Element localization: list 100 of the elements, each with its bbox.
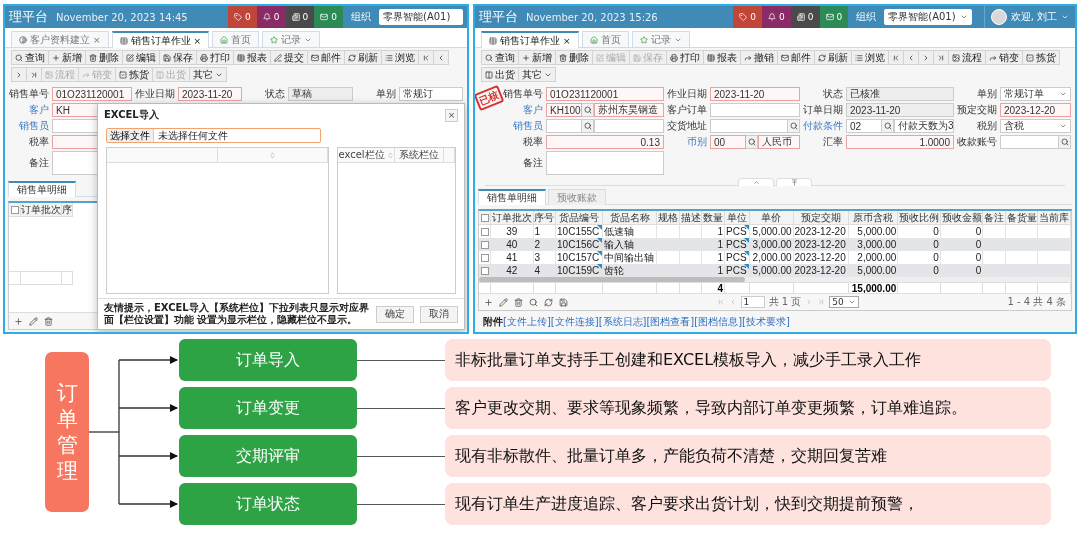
input-field[interactable]: 01O231120001 [52,87,132,101]
column-header[interactable]: 备注 [983,211,1006,225]
toolbar-button[interactable]: 邮件 [307,50,345,65]
column-header[interactable]: 货品编号 [556,211,603,225]
input-field[interactable] [594,119,664,133]
toolbar-button[interactable]: 拣货 [115,67,153,82]
column-header[interactable]: 描述 [679,211,703,225]
toolbar-button[interactable]: 销变 [985,50,1023,65]
pin-button[interactable] [776,178,812,186]
toolbar-button[interactable]: 流程 [948,50,986,65]
input-field[interactable]: 0.13 [546,135,664,149]
search-button[interactable] [582,103,594,117]
checkbox[interactable] [480,241,489,250]
notification-badge[interactable]: 0 [790,6,820,28]
toolbar-button[interactable]: 浏览 [381,50,419,65]
input-field[interactable] [546,151,664,175]
column-header[interactable]: 预定交期 [793,211,850,225]
nav-button[interactable] [903,50,919,65]
search-button[interactable] [1059,135,1071,149]
input-field[interactable]: 00 [710,135,746,149]
notification-badge[interactable]: 0 [762,6,791,28]
toolbar-button[interactable]: 刷新 [344,50,382,65]
column-header[interactable]: 货品名称 [602,211,658,225]
column-header[interactable]: 预收比例 [898,211,941,225]
user-menu[interactable]: 欢迎, 刘工 [1010,10,1057,24]
search-button[interactable] [746,135,758,149]
dialog-button[interactable]: 确定 [376,305,414,323]
field-link[interactable]: 付款条件 [803,119,843,133]
detail-tab[interactable]: 销售单明细 [478,189,546,205]
toolbar-button[interactable]: 拣货 [1022,50,1060,65]
horizontal-scrollbar[interactable] [479,277,1071,282]
nav-button[interactable] [933,50,949,65]
input-field[interactable]: 含税 [1000,119,1071,133]
input-field[interactable]: 草稿 [288,87,353,101]
input-field[interactable]: 2023-12-20 [1000,103,1071,117]
input-field[interactable]: 常规订 [398,87,463,101]
page-tab[interactable]: 记录 [631,31,690,47]
field-link[interactable]: 销售员 [503,119,543,133]
dialog-button[interactable]: 取消 [420,305,458,323]
toolbar-button[interactable]: 撤销 [740,50,778,65]
file-input[interactable]: 选择文件 未选择任何文件 [106,128,321,143]
input-field[interactable]: 2023-11-20 [846,103,954,117]
input-field[interactable]: 01O231120001 [546,87,664,101]
column-header[interactable]: excel栏位 [338,148,385,162]
page-tab[interactable]: 客户资料建立 × [11,31,109,47]
toolbar-button[interactable]: 新增 [48,50,86,65]
column-header[interactable]: 系统栏位 [398,148,439,162]
toolbar-button[interactable]: 报表 [233,50,271,65]
nav-button[interactable] [433,50,449,65]
toolbar-button[interactable]: 删除 [555,50,593,65]
toolbar-button[interactable]: 查询 [11,50,49,65]
toolbar-button[interactable]: 打印 [666,50,704,65]
page-size-select[interactable]: 50 [829,296,859,308]
page-tab[interactable]: 销售订单作业 × [111,31,210,48]
toolbar-button[interactable]: 删除 [85,50,123,65]
nav-button[interactable] [918,50,934,65]
field-link[interactable]: 客户 [9,103,49,117]
field-link[interactable]: 销售员 [9,119,49,133]
notification-badge[interactable]: 0 [314,6,343,28]
input-field[interactable]: 2023-11-20 [710,87,800,101]
field-link[interactable]: 币别 [667,135,707,149]
column-header[interactable]: 数量 [702,211,725,225]
nav-button[interactable] [11,67,27,82]
input-field[interactable]: 2023-11-20 [178,87,243,101]
attachment-link[interactable]: [图档查看] [646,315,695,329]
close-button[interactable]: × [445,108,458,122]
toolbar-button[interactable]: 报表 [703,50,741,65]
column-header[interactable]: 订单批次 [21,203,62,217]
toolbar-button[interactable]: 出货 [481,67,519,82]
checkbox[interactable] [480,254,489,263]
input-field[interactable]: 苏州东昊钢造 [594,103,664,117]
notification-badge[interactable]: 0 [228,6,257,28]
search-button[interactable] [882,119,894,133]
input-field[interactable] [710,103,800,117]
notification-badge[interactable]: 0 [256,6,286,28]
attachment-link[interactable]: [系统日志] [598,315,647,329]
toolbar-button[interactable]: 邮件 [777,50,815,65]
org-select[interactable]: 零界智能(A01) [884,9,972,25]
input-field[interactable]: 02 [846,119,882,133]
column-header[interactable]: 订单批次 [491,211,534,225]
org-select[interactable]: 零界智能(A01) [379,9,463,25]
column-header[interactable]: 序 [62,203,73,217]
toolbar-button[interactable]: 刷新 [814,50,852,65]
collapse-button[interactable] [738,178,774,186]
input-field[interactable] [1000,135,1059,149]
search-button[interactable] [582,119,594,133]
input-field[interactable]: KH100 [546,103,582,117]
checkbox[interactable] [10,205,19,214]
input-field[interactable] [710,119,788,133]
checkbox[interactable] [480,213,489,222]
attachment-link[interactable]: [文件连接] [550,315,599,329]
toolbar-button[interactable]: 新增 [518,50,556,65]
nav-button[interactable] [418,50,434,65]
page-tab[interactable]: 首页 [581,31,629,47]
nav-button[interactable] [26,67,42,82]
field-link[interactable]: 客户 [503,103,543,117]
column-header[interactable]: 当前库 [1038,211,1071,225]
attachment-link[interactable]: [图档信息] [694,315,743,329]
input-field[interactable]: 付款天数为3 [894,119,954,133]
attachment-link[interactable]: [文件上传] [503,315,551,329]
